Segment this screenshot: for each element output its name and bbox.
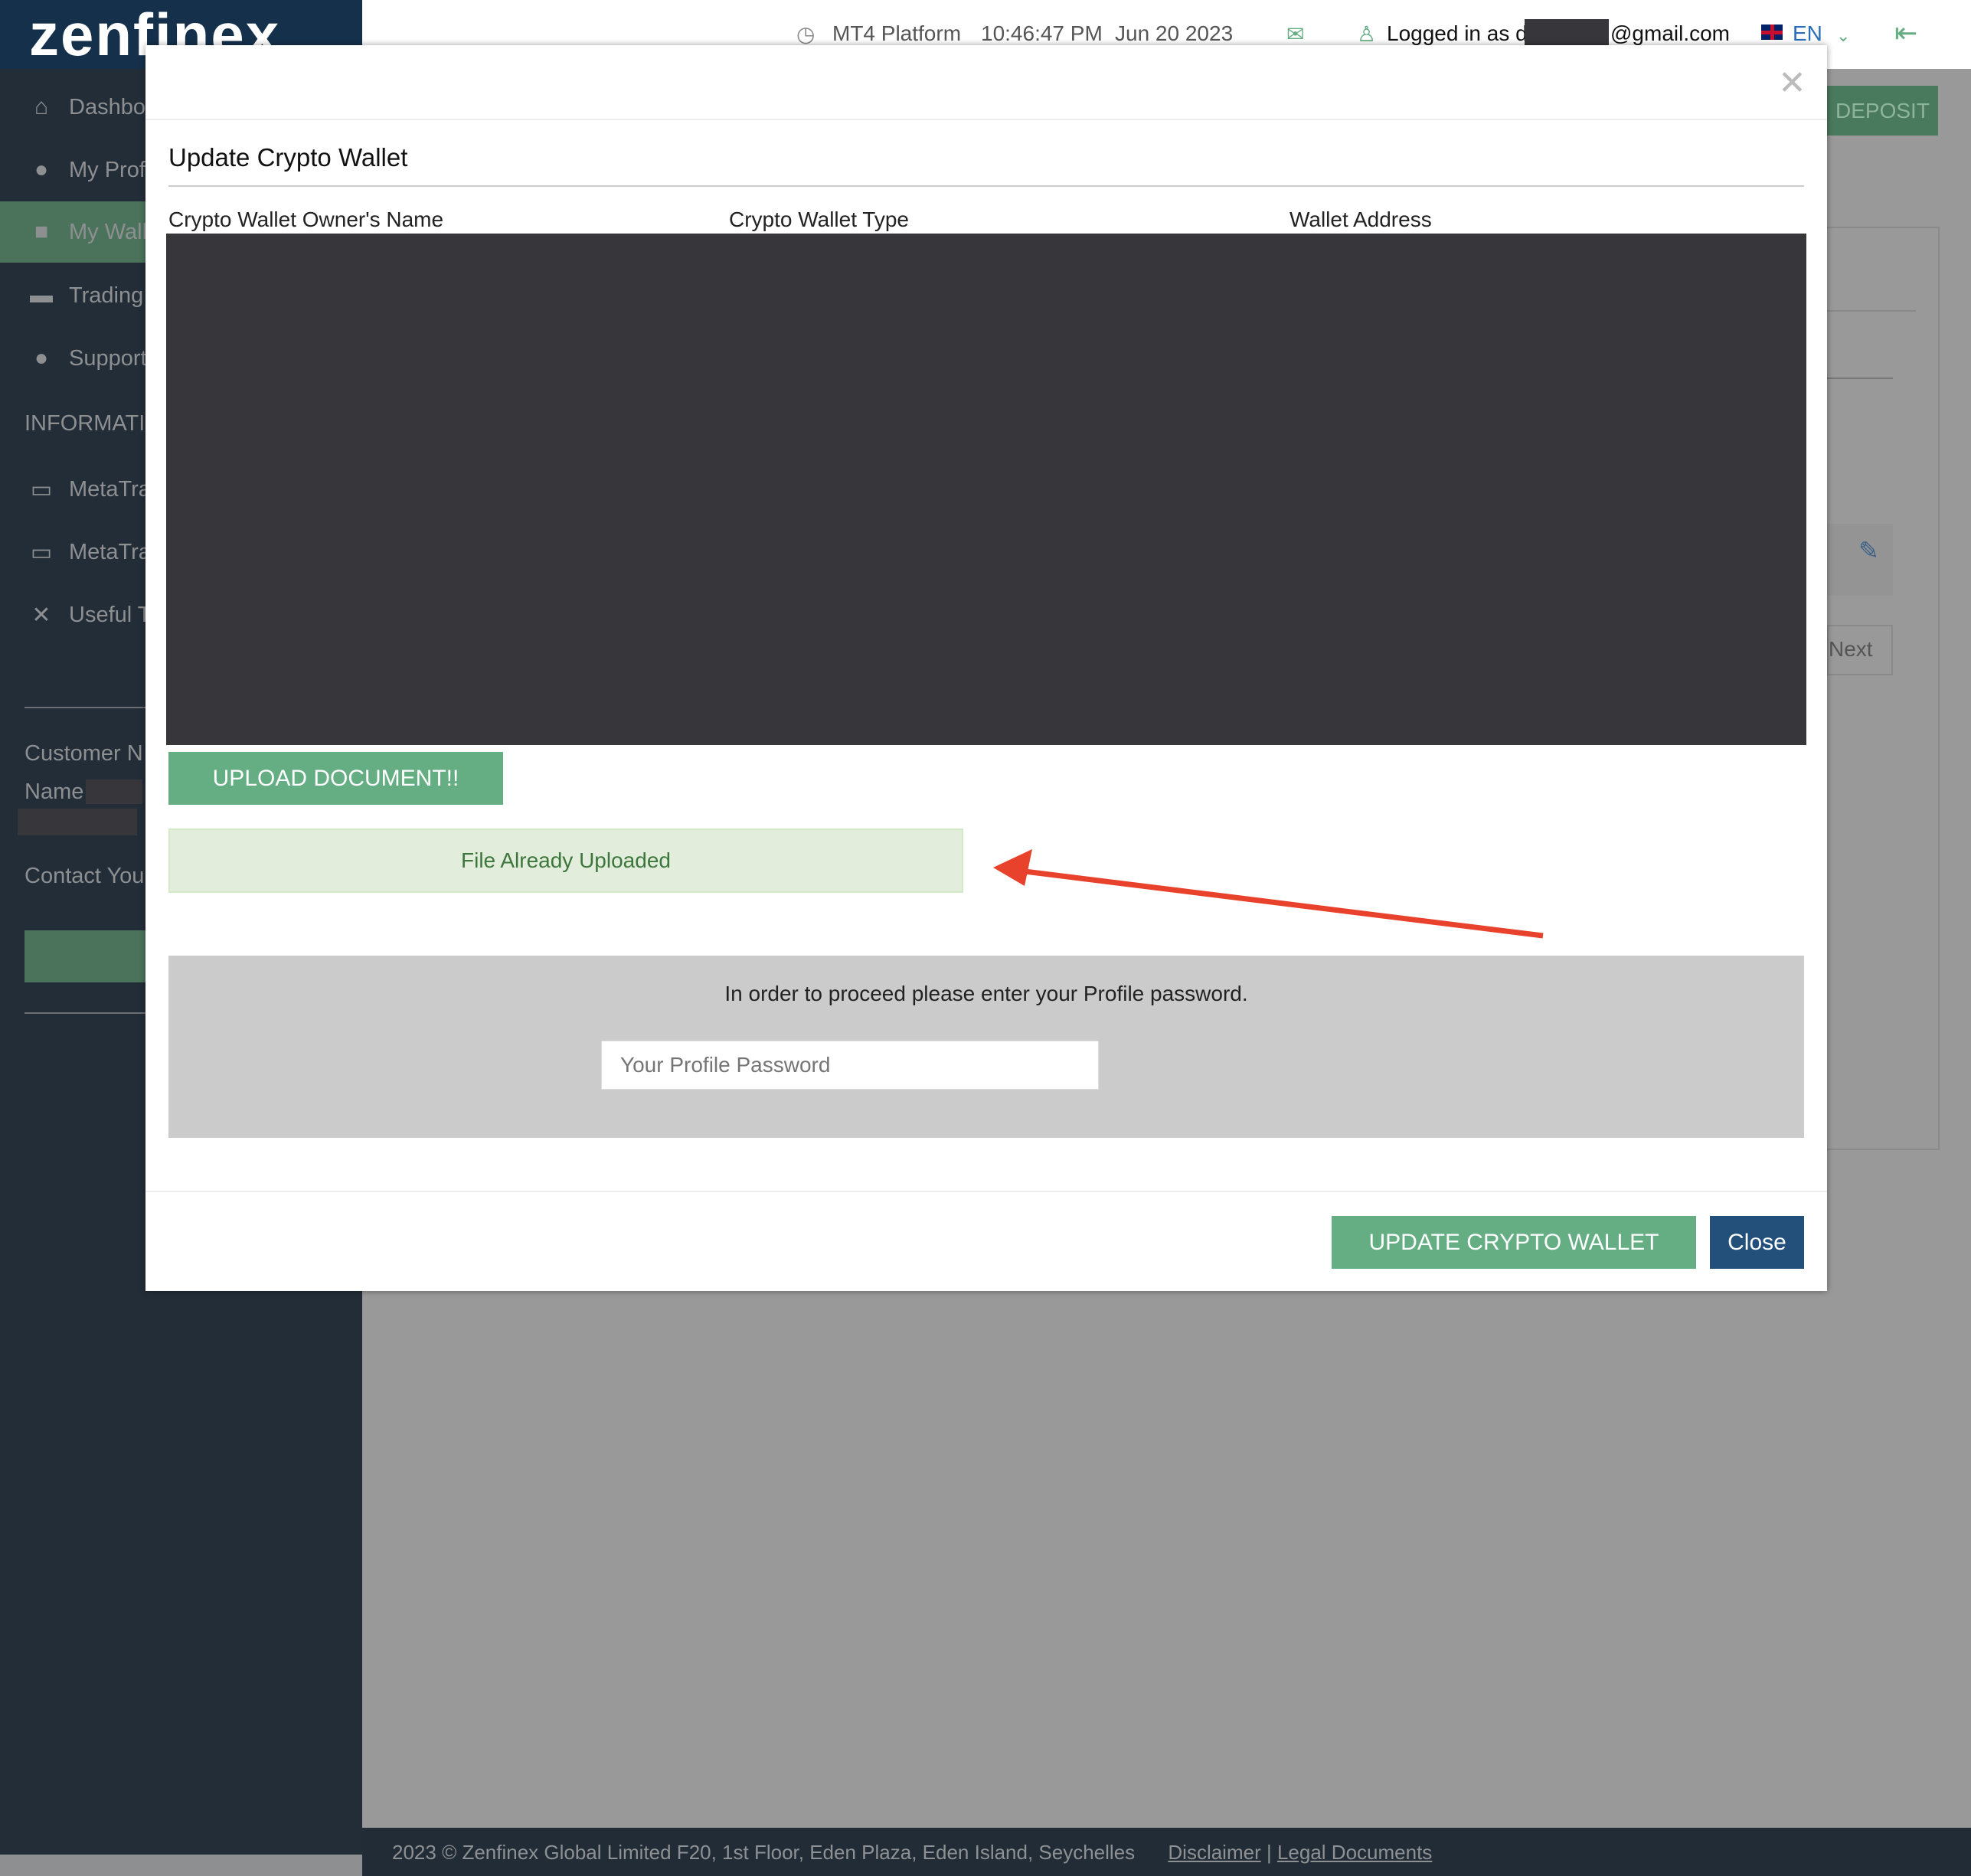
redaction [86, 779, 142, 804]
column-wallet-address: Wallet Address [1289, 208, 1432, 231]
customer-label: Customer N [25, 741, 143, 766]
date-label: Jun 20 2023 [1115, 21, 1234, 45]
redaction [18, 809, 137, 835]
mail-icon[interactable]: ✉ [1286, 21, 1304, 47]
redacted-wallet-details [166, 234, 1806, 745]
divider [1827, 377, 1893, 379]
home-icon: ⌂ [34, 94, 49, 119]
sidebar-item-label: My Wall [69, 219, 148, 244]
disclaimer-link[interactable]: Disclaimer [1168, 1841, 1260, 1864]
close-x-icon[interactable]: ✕ [1778, 64, 1806, 103]
uk-flag-icon [1761, 25, 1783, 40]
user-icon: ♙ [1357, 22, 1377, 46]
comments-icon: ● [34, 345, 49, 371]
update-crypto-wallet-button[interactable]: UPDATE CRYPTO WALLET [1332, 1216, 1696, 1269]
sidebar-item-label: Support [69, 345, 147, 371]
footer-separator: | [1266, 1841, 1272, 1864]
sidebar-item-label: Useful T [69, 602, 152, 627]
close-button[interactable]: Close [1710, 1216, 1804, 1269]
annotation-arrow-icon [993, 849, 1544, 939]
column-owner-name: Crypto Wallet Owner's Name [168, 208, 444, 231]
password-panel: In order to proceed please enter your Pr… [168, 956, 1804, 1138]
email-label: @gmail.com [1610, 21, 1731, 45]
contact-label: Contact You [25, 864, 145, 888]
modal-title: Update Crypto Wallet [168, 143, 408, 172]
folder-icon: ■ [34, 219, 49, 244]
sidebar-item-label: MetaTra [69, 539, 151, 564]
profile-password-input[interactable] [601, 1041, 1099, 1090]
password-prompt: In order to proceed please enter your Pr… [724, 982, 1248, 1005]
name-label: Name [25, 779, 84, 804]
clock-icon: ◷ [796, 22, 816, 46]
briefcase-icon: ▬ [30, 283, 53, 308]
sidebar-item-label: My Prof [69, 157, 145, 182]
laptop-icon: ▭ [30, 476, 53, 502]
logout-icon[interactable]: ⇤ [1894, 17, 1917, 49]
platform-label: MT4 Platform [832, 21, 962, 45]
sidebar-section-title: INFORMATIO [25, 411, 162, 436]
divider [1827, 310, 1916, 312]
chevron-down-icon[interactable]: ⌄ [1836, 26, 1850, 46]
modal-footer-divider [145, 1191, 1827, 1192]
update-crypto-wallet-modal: ✕ Update Crypto Wallet Crypto Wallet Own… [145, 45, 1827, 1291]
upload-document-button[interactable]: UPLOAD DOCUMENT!! [168, 752, 503, 805]
user-icon: ● [34, 157, 49, 182]
modal-header-divider [145, 119, 1827, 120]
time-label: 10:46:47 PM [981, 21, 1103, 45]
tools-icon: ✕ [31, 602, 51, 628]
sidebar-scrollbar[interactable] [0, 1855, 362, 1876]
laptop-icon: ▭ [30, 539, 53, 565]
footer: 2023 © Zenfinex Global Limited F20, 1st … [362, 1828, 1971, 1876]
legal-documents-link[interactable]: Legal Documents [1277, 1841, 1432, 1864]
column-wallet-type: Crypto Wallet Type [729, 208, 909, 231]
logged-in-label: Logged in as d [1387, 21, 1528, 45]
edit-pencil-icon[interactable]: ✎ [1858, 536, 1879, 565]
sidebar-item-label: Dashbo [69, 94, 145, 119]
deposit-button[interactable]: DEPOSIT [1827, 86, 1938, 136]
title-divider [168, 185, 1804, 187]
redaction [1525, 19, 1609, 45]
next-button[interactable]: Next [1827, 625, 1893, 675]
sidebar-item-label: MetaTra [69, 476, 151, 502]
upload-status-alert: File Already Uploaded [168, 829, 963, 893]
copyright: 2023 © Zenfinex Global Limited F20, 1st … [392, 1841, 1136, 1864]
language-selector[interactable]: EN [1793, 21, 1822, 46]
sidebar-item-label: Trading [69, 283, 144, 308]
